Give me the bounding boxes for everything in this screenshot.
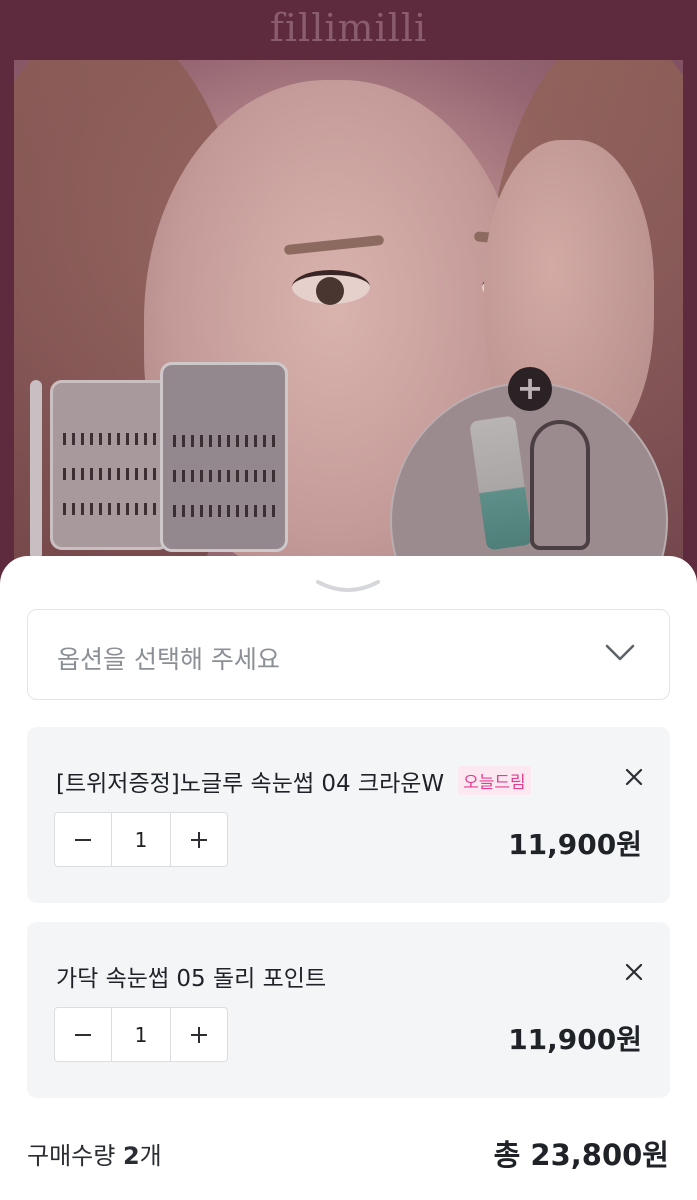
chevron-down-icon xyxy=(605,644,635,661)
remove-item-button[interactable] xyxy=(624,962,644,982)
minus-icon xyxy=(75,1033,92,1036)
page: fillimilli + 옵션을 선택해 주세요 [트위저증정]노글루 속눈썹 … xyxy=(0,0,697,1200)
minus-icon xyxy=(75,838,92,841)
brand-logo: fillimilli xyxy=(269,6,428,50)
selected-item-card: 가닥 속눈썹 05 돌리 포인트 1 11,900원 xyxy=(27,922,670,1098)
item-name: 가닥 속눈썹 05 돌리 포인트 xyxy=(56,966,327,992)
option-select[interactable]: 옵션을 선택해 주세요 xyxy=(27,609,670,700)
decrease-quantity-button[interactable] xyxy=(55,813,111,866)
dimmed-product-page[interactable]: fillimilli + xyxy=(0,0,697,660)
option-select-placeholder: 옵션을 선택해 주세요 xyxy=(57,645,280,674)
increase-quantity-button[interactable] xyxy=(171,813,227,866)
lash-box-image xyxy=(50,380,170,550)
purchase-quantity-summary: 구매수량 2개 xyxy=(27,1142,162,1170)
plus-icon xyxy=(190,831,207,848)
sheet-handle-icon[interactable] xyxy=(314,576,382,596)
item-price: 11,900원 xyxy=(508,1023,642,1056)
quantity-stepper: 1 xyxy=(54,1007,228,1062)
eyelash-curler-image xyxy=(530,420,590,550)
remove-item-button[interactable] xyxy=(624,767,644,787)
plus-icon xyxy=(190,1026,207,1043)
purchase-quantity-value: 2 xyxy=(122,1142,140,1170)
decrease-quantity-button[interactable] xyxy=(55,1008,111,1061)
increase-quantity-button[interactable] xyxy=(171,1008,227,1061)
quantity-stepper: 1 xyxy=(54,812,228,867)
purchase-bottom-sheet: 옵션을 선택해 주세요 [트위저증정]노글루 속눈썹 04 크라운W 오늘드림 1 xyxy=(0,556,697,1200)
quantity-value[interactable]: 1 xyxy=(111,813,171,866)
tweezer-image xyxy=(30,380,42,560)
item-price: 11,900원 xyxy=(508,828,642,861)
total-price: 총 23,800원 xyxy=(493,1138,669,1172)
quantity-value[interactable]: 1 xyxy=(111,1008,171,1061)
delivery-badge: 오늘드림 xyxy=(458,766,531,795)
item-name: [트위저증정]노글루 속눈썹 04 크라운W 오늘드림 xyxy=(56,764,531,798)
plus-icon: + xyxy=(508,367,552,411)
lash-box-image xyxy=(160,362,288,552)
selected-item-card: [트위저증정]노글루 속눈썹 04 크라운W 오늘드림 1 11,900원 xyxy=(27,727,670,903)
